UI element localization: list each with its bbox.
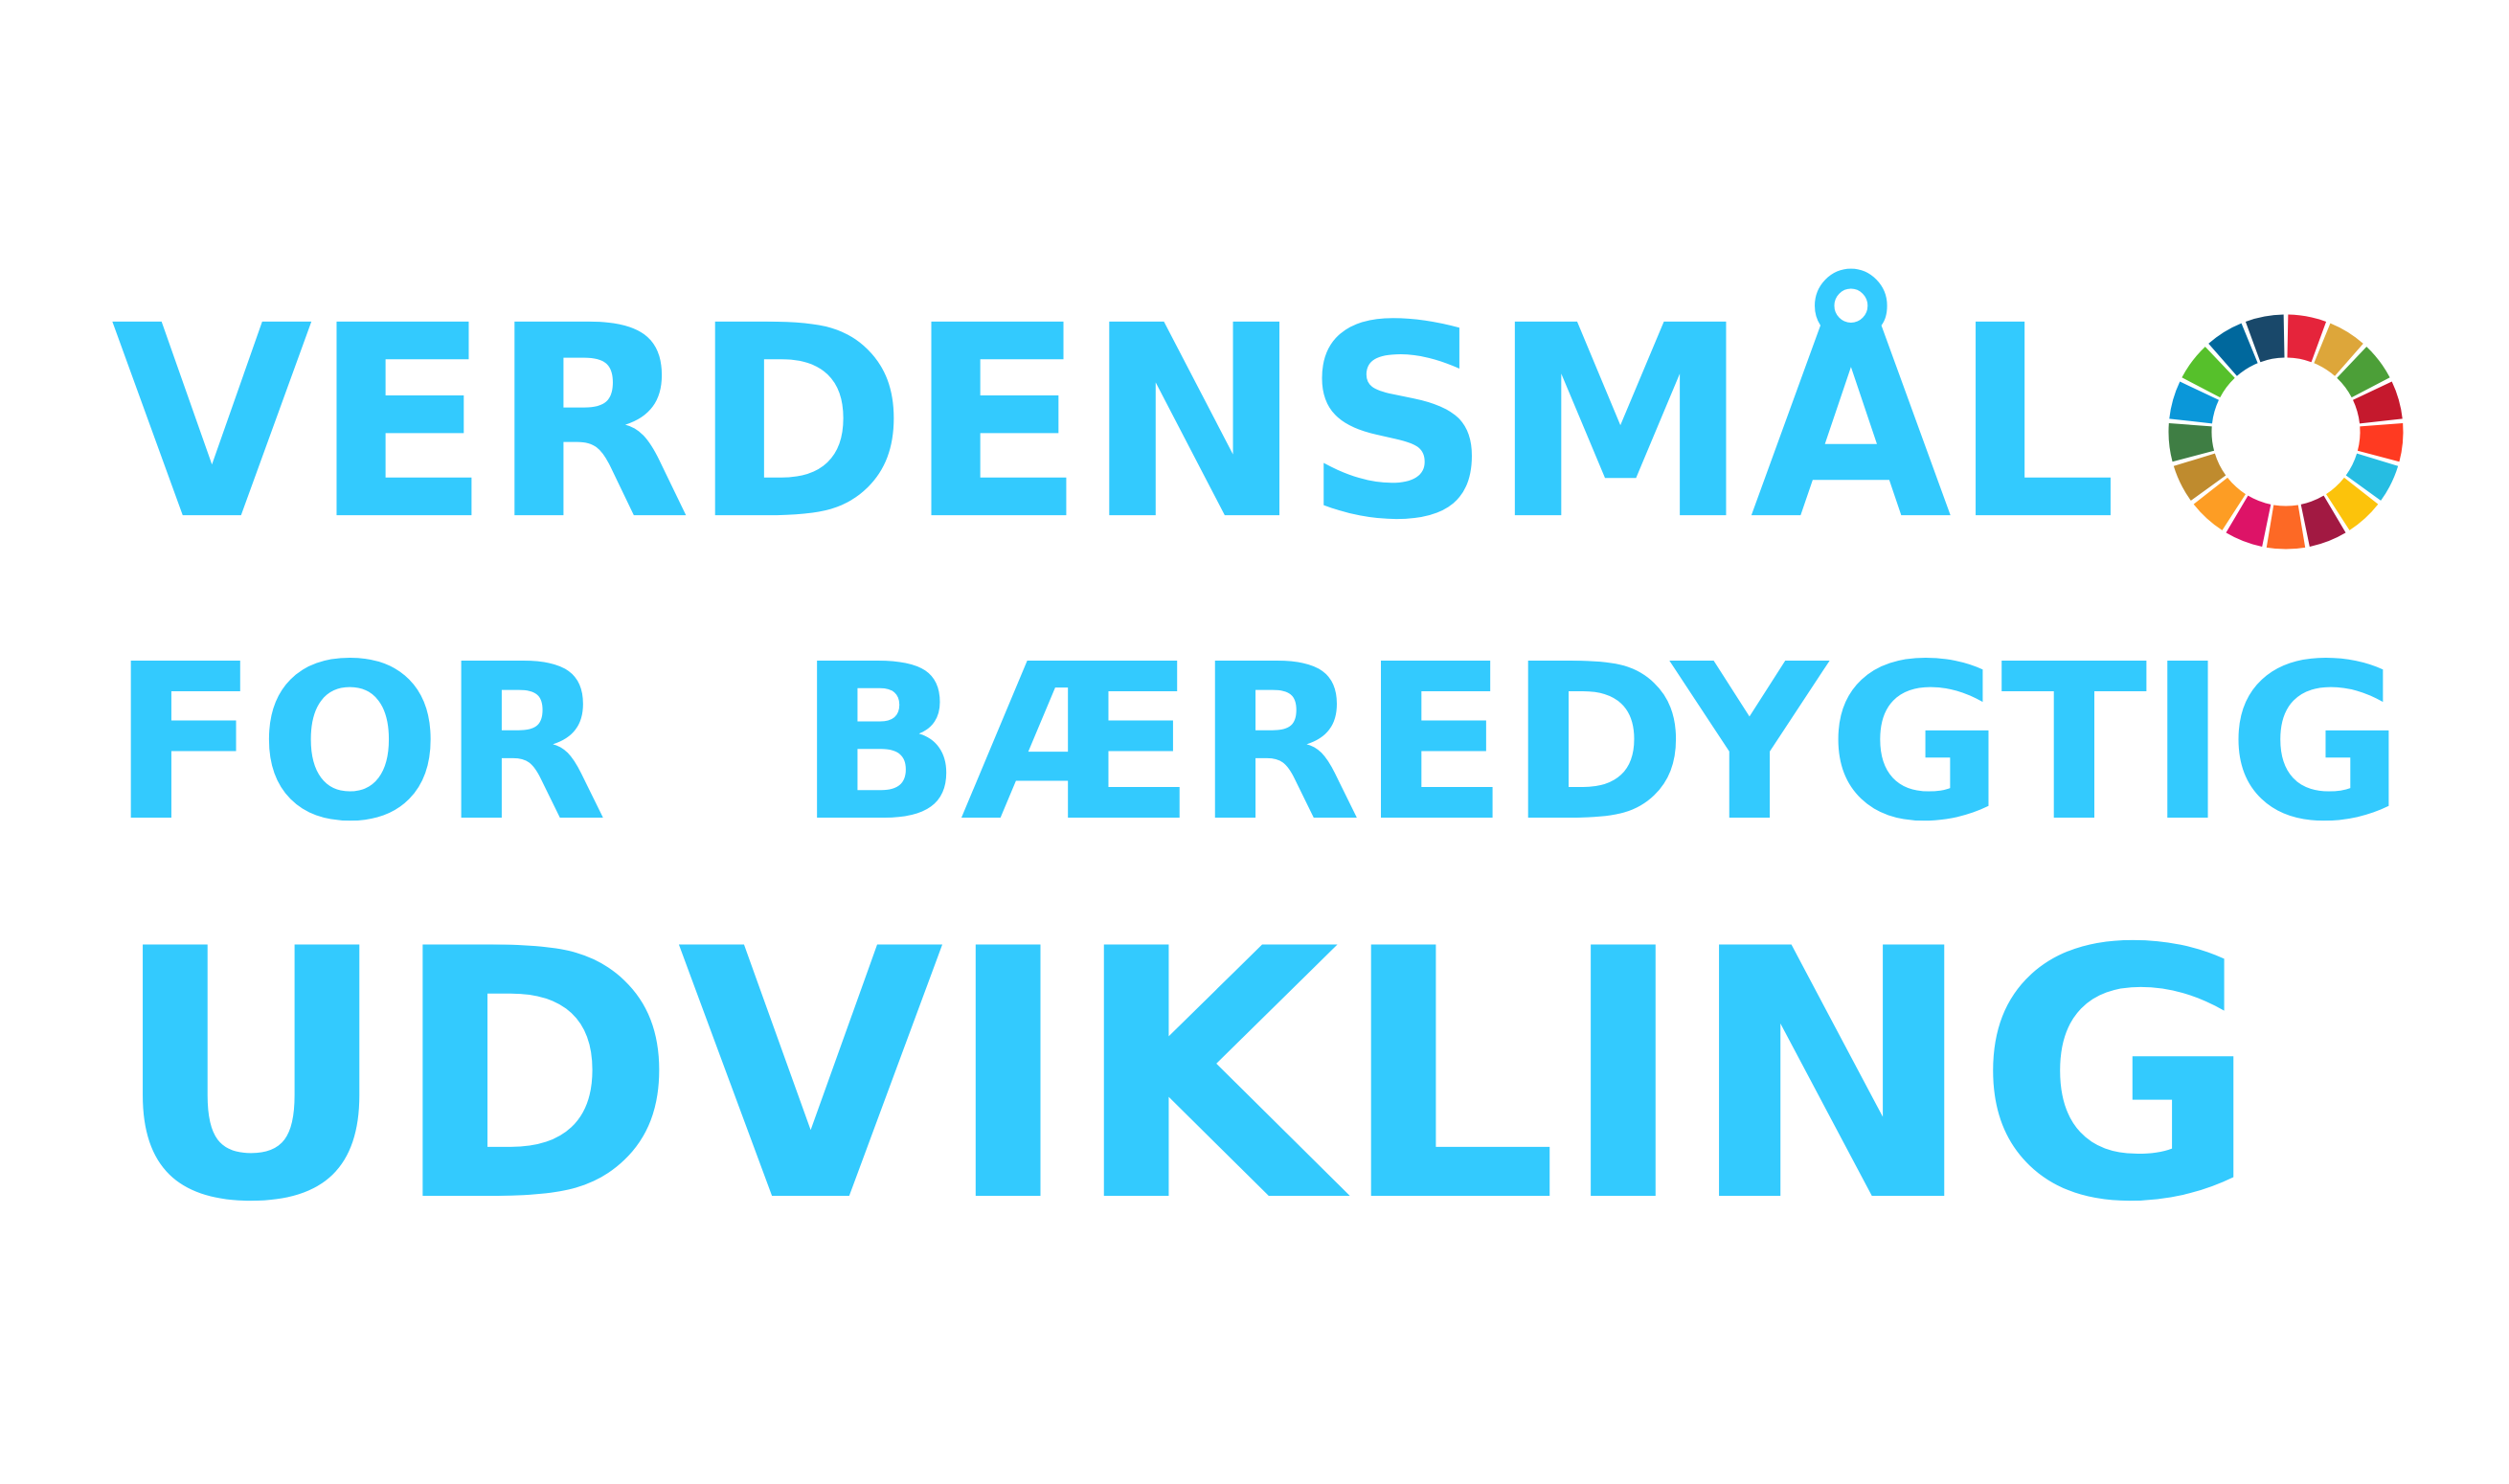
sdg-wheel-segment — [2266, 505, 2306, 550]
headline-line-3: UDVIKLING — [111, 905, 2405, 1249]
headline-line-1-text: VERDENSMÅL — [111, 270, 2118, 579]
headline-line-3-text: UDVIKLING — [111, 876, 2259, 1277]
headline-line-1: VERDENSMÅL — [111, 251, 2132, 557]
sdg-color-wheel-icon — [2168, 314, 2404, 550]
headline-line-2-text: FOR BÆREDYGTIG — [111, 618, 2405, 869]
headline-line-2: FOR BÆREDYGTIG — [111, 637, 2405, 852]
